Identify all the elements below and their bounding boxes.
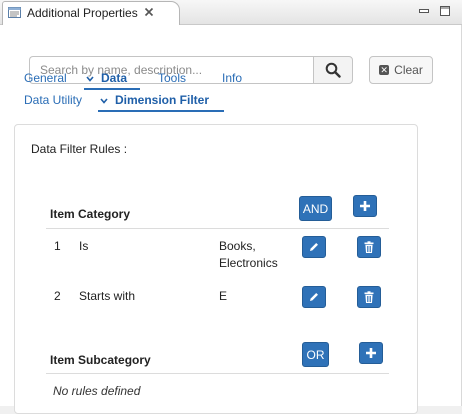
tab-data-underline [84,88,140,90]
add-rule-button[interactable] [359,342,383,364]
minimize-icon[interactable] [418,5,430,17]
view-tab[interactable]: Additional Properties [2,1,180,25]
or-operator-button[interactable]: OR [302,342,329,367]
view-title-bar: Additional Properties [0,0,462,25]
tab-data[interactable]: Data [86,71,127,85]
group-name-item-subcategory: Item Subcategory [50,353,151,367]
search-icon [325,62,341,78]
tab-data-utility[interactable]: Data Utility [24,93,82,107]
view-title: Additional Properties [27,6,138,20]
plus-icon [366,348,376,358]
tab-info[interactable]: Info [222,71,242,85]
tab-dimension-filter-underline [98,110,224,112]
search-button[interactable] [313,56,353,84]
chevron-down-icon [100,98,108,104]
group-name-item-category: Item Category [50,207,131,221]
edit-rule-button[interactable] [302,236,326,258]
delete-rule-button[interactable] [357,236,381,258]
tab-dimension-filter[interactable]: Dimension Filter [100,93,209,107]
rule-value-line: Books, [219,239,256,253]
close-icon[interactable] [143,6,155,18]
maximize-icon[interactable] [439,5,451,17]
chevron-down-icon [86,76,94,82]
no-rules-text: No rules defined [53,384,141,398]
delete-rule-button[interactable] [357,286,381,308]
rule-value-line: Electronics [219,256,278,270]
pencil-icon [310,243,318,251]
filter-rules-card: Data Filter Rules : Item Category AND 1 … [14,124,418,414]
rule-condition: Starts with [79,289,136,303]
rule-index: 1 [54,239,61,253]
tab-general[interactable]: General [24,71,67,85]
and-operator-button[interactable]: AND [299,196,332,221]
trash-icon [364,240,374,253]
rule-value-line: E [219,289,228,303]
clear-icon: ✕ [379,65,390,75]
tab-data-label: Data [101,71,128,85]
plus-icon [360,201,370,211]
rule-condition: Is [79,239,89,253]
properties-view-icon [8,7,21,18]
divider [46,373,389,374]
or-operator-label: OR [306,347,325,362]
tab-dimension-filter-label: Dimension Filter [115,93,210,107]
and-operator-label: AND [302,201,329,216]
trash-icon [364,290,374,303]
edit-rule-button[interactable] [302,286,326,308]
add-rule-button[interactable] [353,195,377,217]
tab-tools[interactable]: Tools [158,71,186,85]
filter-rules-heading: Data Filter Rules : [31,142,128,156]
divider [46,228,389,229]
clear-button[interactable]: ✕ Clear [369,56,433,84]
pencil-icon [310,293,318,301]
rule-index: 2 [54,289,61,303]
clear-button-label: Clear [394,63,423,77]
